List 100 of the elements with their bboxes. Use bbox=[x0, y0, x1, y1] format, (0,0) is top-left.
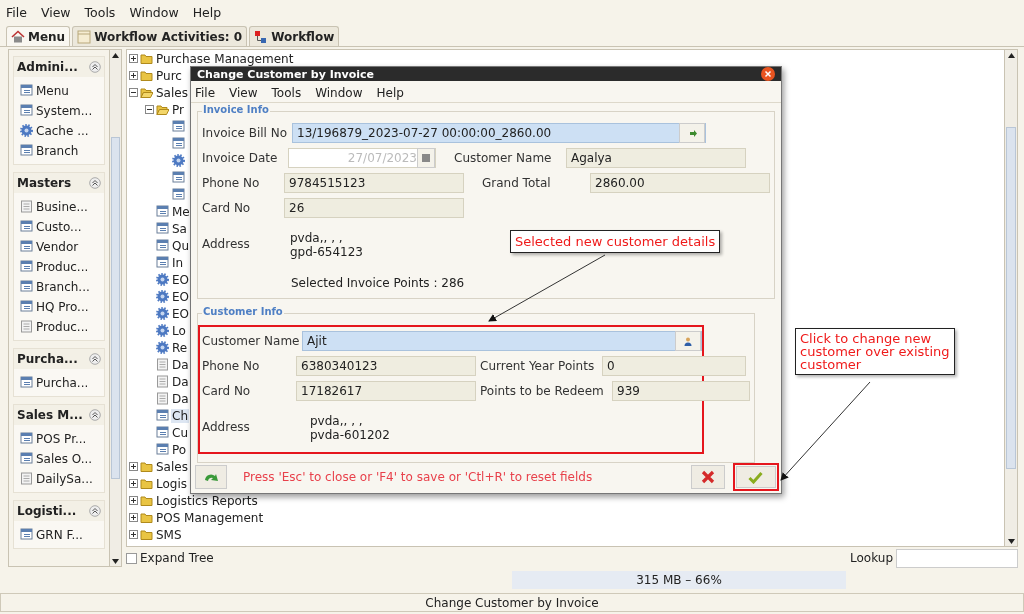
tab[interactable]: Workflow Activities: 0 bbox=[72, 26, 248, 46]
sidebar-item[interactable]: HQ Pro... bbox=[20, 297, 105, 316]
collapse-icon[interactable] bbox=[89, 177, 102, 189]
tree-item[interactable]: POS Management bbox=[155, 510, 265, 525]
tree-item[interactable]: Qu bbox=[171, 238, 191, 253]
sidebar-item[interactable]: DailySa... bbox=[20, 469, 105, 488]
expand-icon[interactable] bbox=[129, 530, 138, 539]
input-field[interactable]: 26 bbox=[284, 198, 464, 218]
sidebar-item[interactable]: System... bbox=[20, 101, 105, 120]
sidebar-item[interactable]: Branch... bbox=[20, 277, 105, 296]
arrow-icon[interactable] bbox=[687, 128, 697, 138]
input-field[interactable]: 0 bbox=[602, 356, 746, 376]
tree-item[interactable]: Ch bbox=[171, 408, 189, 423]
document-icon bbox=[20, 472, 33, 485]
scrollbar[interactable] bbox=[1004, 50, 1017, 546]
scroll-thumb[interactable] bbox=[1006, 127, 1016, 469]
input-field[interactable]: 13/196879_2023-07-27 00:00:00_2860.00 bbox=[292, 123, 706, 143]
collapse-icon[interactable] bbox=[89, 409, 102, 421]
window-icon bbox=[156, 205, 169, 218]
points-summary: Selected Invoice Points : 286 bbox=[290, 276, 466, 290]
sidebar-item[interactable]: Cache ... bbox=[20, 121, 105, 140]
tree-item[interactable]: Po bbox=[171, 442, 188, 457]
expand-icon[interactable] bbox=[129, 462, 138, 471]
sidebar-item[interactable]: Vendor bbox=[20, 237, 105, 256]
input-field[interactable]: Ajit bbox=[302, 331, 702, 351]
tree-item[interactable]: Da bbox=[171, 374, 190, 389]
tree-item[interactable]: Me bbox=[171, 204, 191, 219]
sidebar-item[interactable]: Sales O... bbox=[20, 449, 105, 468]
input-field[interactable]: Agalya bbox=[566, 148, 746, 168]
scroll-thumb[interactable] bbox=[111, 137, 120, 479]
tree-item[interactable]: EO bbox=[171, 306, 191, 321]
sidebar-item[interactable]: POS Pr... bbox=[20, 429, 105, 448]
collapse-icon[interactable] bbox=[129, 88, 138, 97]
tree-item[interactable]: Logis bbox=[155, 476, 189, 491]
tree-item[interactable]: Da bbox=[171, 391, 190, 406]
window-icon bbox=[20, 260, 33, 273]
address-line: gpd-654123 bbox=[290, 245, 363, 259]
pulldown-label[interactable]: Help bbox=[192, 4, 222, 20]
tree-item[interactable]: Da bbox=[171, 357, 190, 372]
input-field[interactable]: 939 bbox=[612, 381, 750, 401]
expand-tree-checkbox[interactable]: Expand Tree bbox=[126, 551, 214, 565]
expand-icon[interactable] bbox=[129, 496, 138, 505]
sidebar-item[interactable]: Busine... bbox=[20, 197, 105, 216]
tree-item[interactable]: In bbox=[171, 255, 185, 270]
pulldown-label[interactable]: View bbox=[40, 4, 71, 20]
collapse-icon[interactable] bbox=[89, 505, 102, 517]
cancel-button[interactable] bbox=[691, 465, 725, 489]
scrollbar[interactable] bbox=[109, 50, 121, 566]
input-field[interactable]: 17182617 bbox=[296, 381, 476, 401]
tree-item[interactable]: Sales bbox=[155, 459, 189, 474]
pulldown-label[interactable]: Help bbox=[376, 86, 404, 100]
tree-item[interactable]: Sa bbox=[171, 221, 188, 236]
sidebar-item[interactable]: Custo... bbox=[20, 217, 105, 236]
tree-item[interactable]: Logistics Reports bbox=[155, 493, 259, 508]
pulldown-label[interactable]: View bbox=[229, 86, 258, 100]
down-arrow-icon bbox=[1006, 537, 1016, 545]
input-field[interactable]: 9784515123 bbox=[284, 173, 464, 193]
window-icon bbox=[20, 240, 33, 253]
pulldown-label[interactable]: Tools bbox=[84, 4, 116, 20]
tab[interactable]: Workflow bbox=[249, 26, 340, 46]
sidebar-item[interactable]: Menu bbox=[20, 81, 105, 100]
sidebar-item[interactable]: Produc... bbox=[20, 257, 105, 276]
pulldown-label[interactable]: Window bbox=[315, 86, 363, 100]
tree-item[interactable]: EO bbox=[171, 289, 191, 304]
lookup-field[interactable] bbox=[896, 548, 1018, 568]
person-icon[interactable] bbox=[683, 336, 693, 346]
pulldown-label[interactable]: File bbox=[6, 4, 27, 20]
expand-icon[interactable] bbox=[129, 479, 138, 488]
tree-item[interactable]: Re bbox=[171, 340, 189, 355]
tree-item[interactable]: Pr bbox=[171, 102, 185, 117]
keyboard-hint: Press 'Esc' to close or 'F4' to save or 'Ctl+R' to reset fields bbox=[242, 470, 594, 484]
input-field[interactable]: 2860.00 bbox=[590, 173, 770, 193]
tree-item[interactable]: Purc bbox=[155, 68, 183, 83]
sidebar-item[interactable]: Branch bbox=[20, 141, 105, 160]
expand-icon[interactable] bbox=[129, 54, 138, 63]
collapse-icon[interactable] bbox=[89, 61, 102, 73]
expand-icon[interactable] bbox=[129, 71, 138, 80]
field-label: Address bbox=[202, 420, 251, 434]
collapse-icon[interactable] bbox=[89, 353, 102, 365]
input-field[interactable]: 6380340123 bbox=[296, 356, 476, 376]
tree-item[interactable]: EO bbox=[171, 272, 191, 287]
down-arrow-icon bbox=[111, 557, 121, 565]
sidebar-item[interactable]: Produc... bbox=[20, 317, 105, 336]
tree-item[interactable]: Cu bbox=[171, 425, 189, 440]
tree-item[interactable]: SMS bbox=[155, 527, 183, 542]
tree-item[interactable]: Lo bbox=[171, 323, 187, 338]
reset-button[interactable] bbox=[195, 465, 227, 489]
tree-item[interactable]: Purchase Management bbox=[155, 51, 295, 66]
collapse-icon[interactable] bbox=[145, 105, 154, 114]
section-title: Sales M... bbox=[17, 408, 83, 422]
pulldown-label[interactable]: Window bbox=[129, 4, 179, 20]
tree-item[interactable]: Sales bbox=[155, 85, 189, 100]
pulldown-label[interactable]: Tools bbox=[271, 86, 302, 100]
field-label: Points to be Redeem bbox=[480, 384, 605, 398]
tab[interactable]: Menu bbox=[6, 26, 71, 46]
window-icon bbox=[156, 426, 169, 439]
field-label: Card No bbox=[202, 384, 252, 398]
expand-icon[interactable] bbox=[129, 513, 138, 522]
close-icon[interactable] bbox=[761, 67, 775, 81]
pulldown-label[interactable]: File bbox=[195, 86, 216, 100]
